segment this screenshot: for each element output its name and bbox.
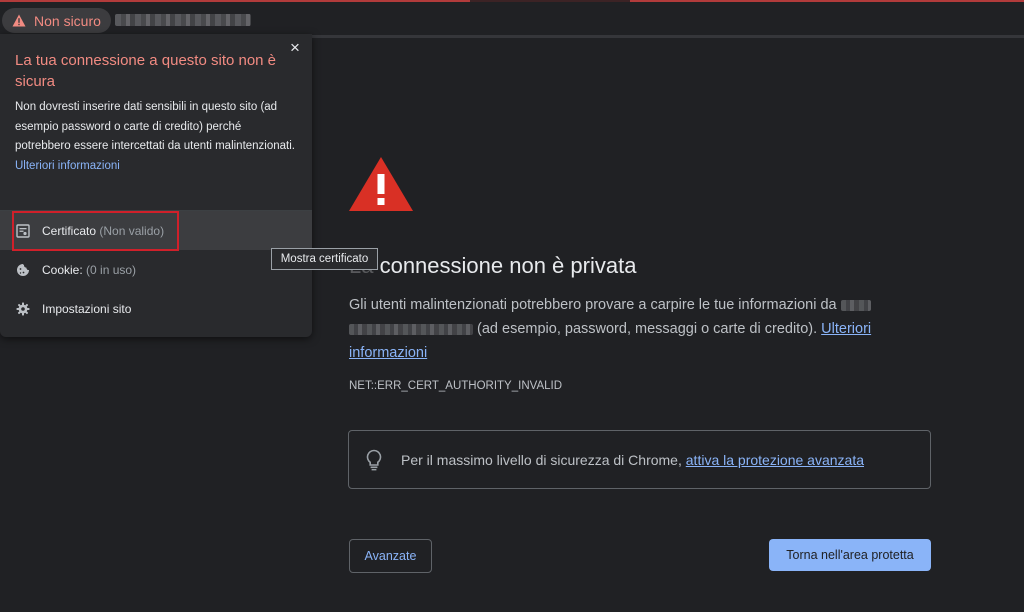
cookies-label: Cookie: (0 in uso) bbox=[42, 263, 136, 277]
security-chip[interactable]: Non sicuro bbox=[2, 8, 111, 33]
lightbulb-icon bbox=[366, 449, 382, 470]
site-info-popup: × La tua connessione a questo sito non è… bbox=[0, 34, 312, 337]
description-text: Gli utenti malintenzionati potrebbero pr… bbox=[349, 297, 837, 313]
cookies-row[interactable]: Cookie: (0 in uso) bbox=[0, 250, 312, 289]
tab-strip-accent bbox=[0, 0, 470, 2]
cookie-icon bbox=[17, 263, 29, 276]
popup-body: Non dovresti inserire dati sensibili in … bbox=[15, 98, 300, 176]
popup-body-text: Non dovresti inserire dati sensibili in … bbox=[15, 101, 295, 152]
enhanced-protection-link[interactable]: attiva la protezione avanzata bbox=[686, 452, 864, 468]
warning-triangle-icon bbox=[349, 157, 413, 211]
warning-icon bbox=[12, 14, 26, 27]
url-text-redacted[interactable] bbox=[115, 14, 251, 26]
error-code: NET::ERR_CERT_AUTHORITY_INVALID bbox=[349, 380, 563, 392]
enhanced-protection-label: Per il massimo livello di sicurezza di C… bbox=[401, 451, 682, 468]
description: Gli utenti malintenzionati potrebbero pr… bbox=[349, 293, 909, 365]
site-settings-row[interactable]: Impostazioni sito bbox=[0, 289, 312, 328]
advanced-button[interactable]: Avanzate bbox=[349, 539, 432, 573]
address-bar: Non sicuro bbox=[0, 0, 1024, 38]
enhanced-protection-box: Per il massimo livello di sicurezza di C… bbox=[348, 430, 931, 489]
cookies-count: (0 in uso) bbox=[86, 262, 137, 277]
gear-icon bbox=[16, 302, 30, 315]
redacted-domain bbox=[349, 323, 473, 335]
site-settings-label: Impostazioni sito bbox=[42, 301, 132, 316]
redacted-domain bbox=[840, 299, 871, 311]
description-text: (ad esempio, password, messaggi o carte … bbox=[477, 321, 818, 337]
cookies-label-text: Cookie: bbox=[42, 262, 83, 277]
popup-learn-more-link[interactable]: Ulteriori informazioni bbox=[15, 160, 120, 172]
security-chip-label: Non sicuro bbox=[34, 12, 101, 29]
page-heading: La connessione non è privata bbox=[349, 253, 637, 278]
enhanced-protection-text: Per il massimo livello di sicurezza di C… bbox=[401, 452, 864, 468]
tooltip: Mostra certificato bbox=[271, 248, 378, 270]
certificate-highlight-box bbox=[12, 211, 179, 251]
popup-title: La tua connessione a questo sito non è s… bbox=[15, 52, 277, 90]
tab-strip-accent bbox=[630, 0, 1024, 2]
close-icon[interactable]: × bbox=[287, 39, 303, 56]
back-to-safety-button[interactable]: Torna nell'area protetta bbox=[769, 539, 931, 571]
